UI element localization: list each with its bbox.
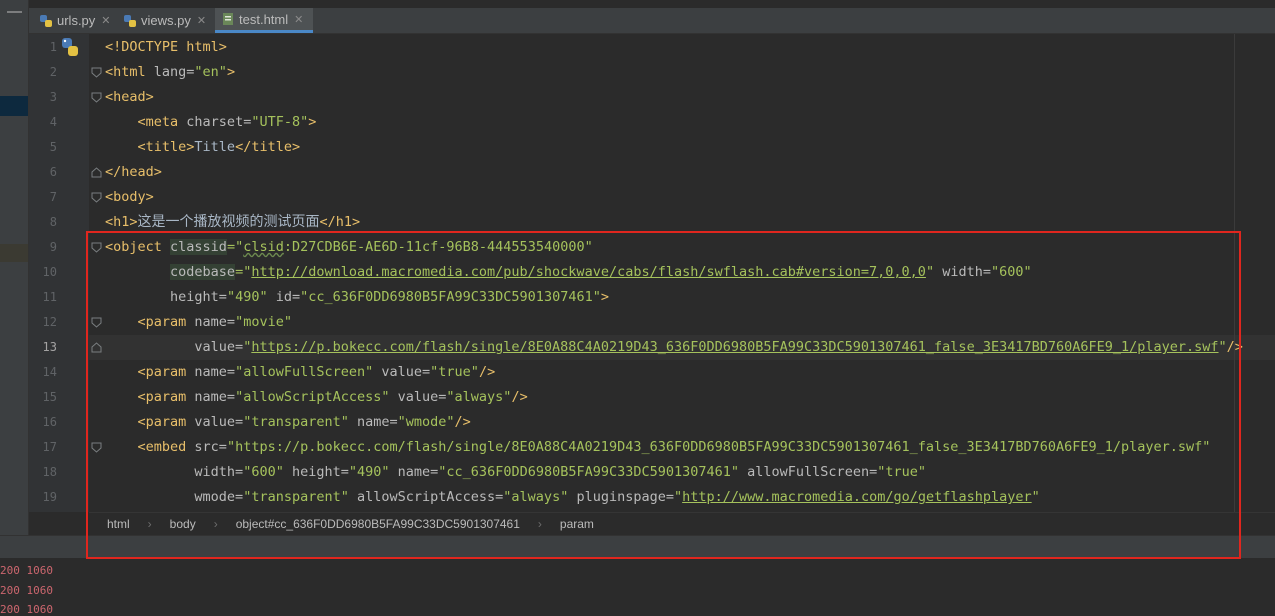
tab-label: urls.py [57,13,96,28]
attr-value: "en" [194,64,227,80]
annotation-highlight-box [86,231,1241,559]
close-tab-icon[interactable]: ✕ [294,13,303,26]
tab-views-py[interactable]: views.py ✕ [117,8,214,33]
code-line-4[interactable]: <meta charset="UTF-8"> [105,110,317,135]
code-line-1[interactable]: <!DOCTYPE html> [105,35,227,60]
tag-close: </title> [235,139,301,155]
tag-open: <meta [137,114,187,130]
tab-label: views.py [141,13,191,28]
line-number: 10 [42,265,57,279]
text-content: 这是一个播放视频的测试页面 [137,214,320,230]
code-line-3[interactable]: <head> [105,85,154,110]
close-tab-icon[interactable]: ✕ [101,14,110,27]
attr-value: "UTF-8" [251,114,309,130]
tag-open: <html [105,64,154,80]
line-number: 19 [42,490,57,504]
tab-label: test.html [239,11,289,27]
fold-open-icon[interactable] [91,92,102,103]
python-file-icon [124,14,136,27]
tag: <head> [105,89,154,105]
line-number: 15 [42,390,57,404]
fold-close-icon[interactable] [91,167,102,178]
line-number: 17 [42,440,57,454]
line-number: 5 [49,140,57,154]
line-number: 11 [42,290,57,304]
line-number: 12 [42,315,57,329]
line-number: 1 [49,40,57,54]
line-number: 16 [42,415,57,429]
line-number: 14 [42,365,57,379]
attr-name: lang= [153,64,195,80]
tag-open: <h1> [105,214,138,230]
python-logo-icon [62,38,78,56]
tag: <body> [105,189,154,205]
tab-test-html[interactable]: test.html ✕ [215,8,313,33]
line-number: 8 [49,215,57,229]
line-number-current: 13 [42,340,57,354]
console-line: 200 1060 [0,603,53,616]
tag-close: > [226,64,236,80]
console-output: 200 1060 200 1060 200 1060 [0,558,1275,616]
doctype: <!DOCTYPE html> [105,39,227,55]
line-number: 6 [49,165,57,179]
line-number: 2 [49,65,57,79]
line-number: 3 [49,90,57,104]
code-line-5[interactable]: <title>Title</title> [105,135,301,160]
line-number: 7 [49,190,57,204]
project-tree-highlight [0,244,28,262]
code-line-6[interactable]: </head> [105,160,162,185]
text-content: Title [194,139,236,155]
fold-open-icon[interactable] [91,67,102,78]
code-line-7[interactable]: <body> [105,185,154,210]
fold-open-icon[interactable] [91,192,102,203]
tag-open: <title> [137,139,195,155]
project-tree-selection [0,96,28,116]
console-line: 200 1060 [0,584,53,597]
line-number: 9 [49,240,57,254]
code-line-2[interactable]: <html lang="en"> [105,60,235,85]
console-line: 200 1060 [0,564,53,577]
editor-tab-bar: urls.py ✕ views.py ✕ test.html ✕ [29,8,1275,34]
python-file-icon [40,14,52,27]
tab-urls-py[interactable]: urls.py ✕ [33,8,117,33]
close-tab-icon[interactable]: ✕ [197,14,206,27]
attr-name: charset= [186,114,252,130]
tag-close: > [308,114,317,130]
minimize-panel-icon[interactable]: — [7,3,22,20]
html-file-icon [223,13,233,25]
left-tool-strip: — [0,0,29,535]
line-number: 18 [42,465,57,479]
line-number: 4 [49,115,57,129]
tag: </head> [105,164,162,180]
tag-close: </h1> [319,214,361,230]
